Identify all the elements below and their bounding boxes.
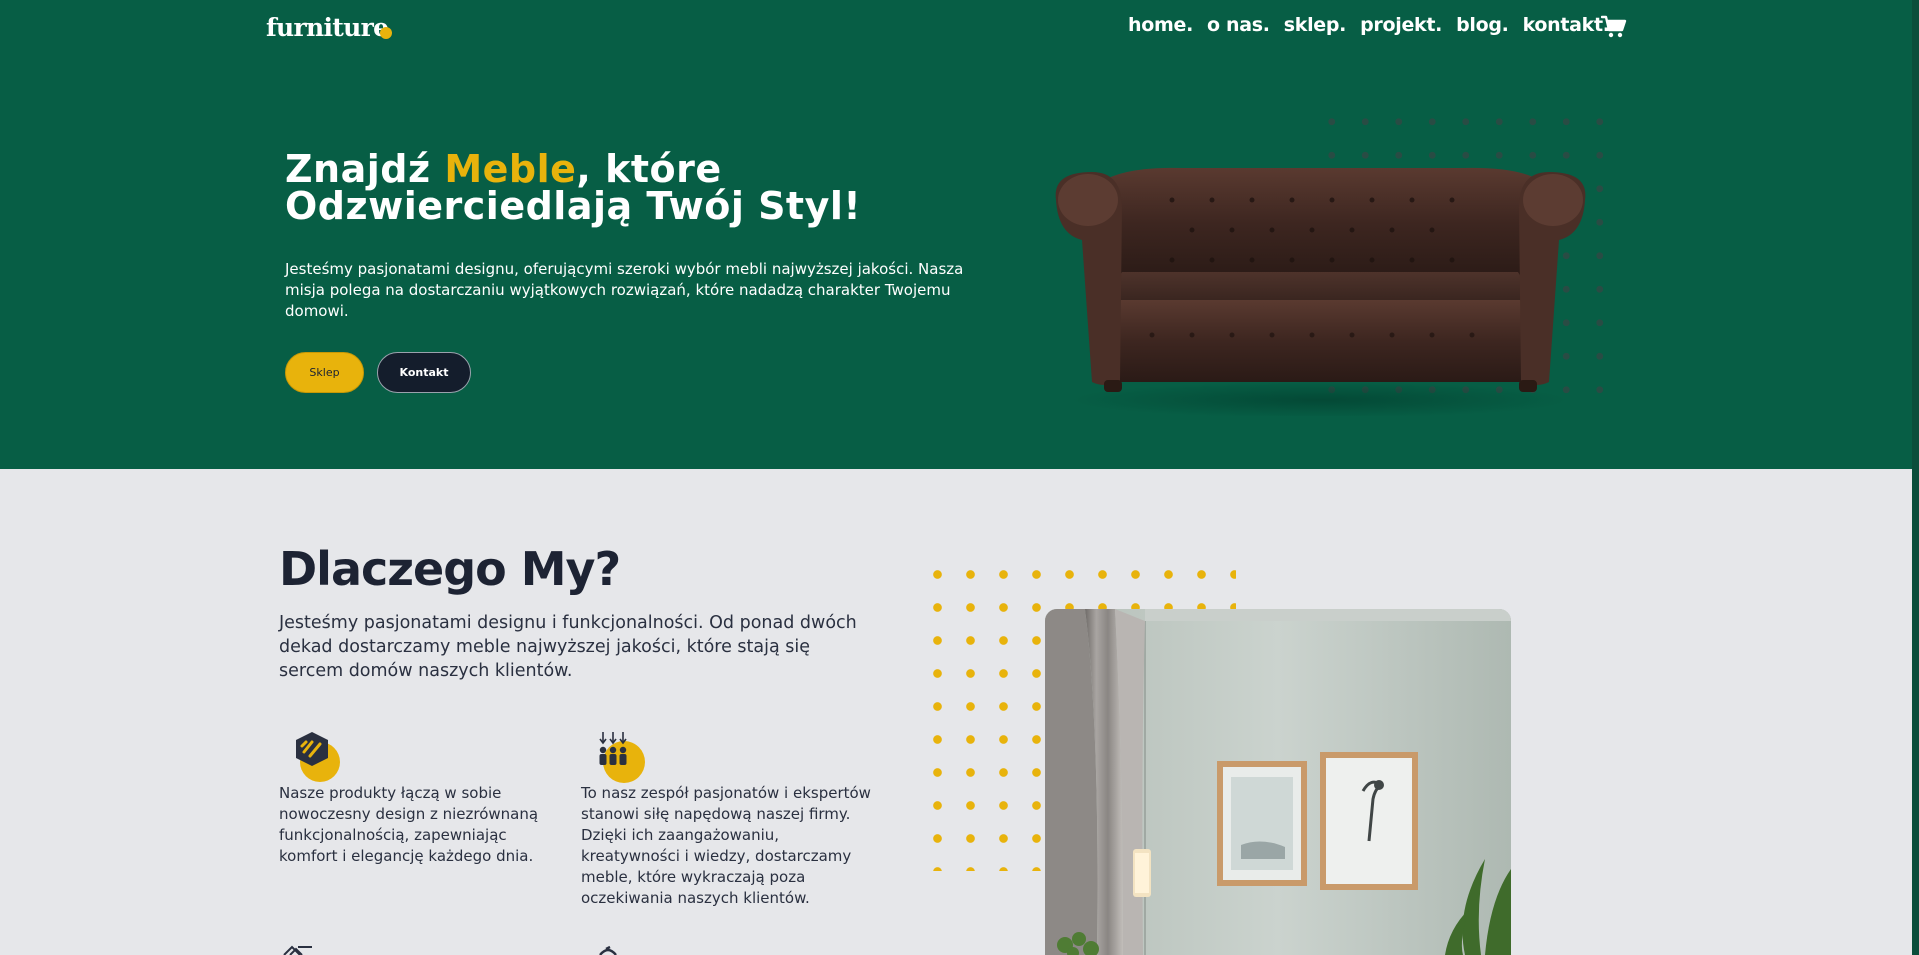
contact-button[interactable]: Kontakt (377, 352, 471, 393)
sofa-image (1055, 167, 1586, 416)
interior-room-image (1045, 609, 1511, 955)
logo-dot-icon (380, 27, 392, 39)
partial-icon (283, 945, 312, 955)
scrollbar[interactable] (1912, 0, 1919, 955)
nav-link-home[interactable]: home. (1128, 11, 1193, 39)
shop-button[interactable]: Sklep (285, 352, 364, 393)
why-us-title: Dlaczego My? (279, 542, 621, 596)
design-hexagon-icon (296, 732, 340, 782)
logo[interactable]: furniture (266, 11, 389, 44)
nav-link-shop[interactable]: sklep. (1284, 11, 1347, 39)
feature-text: Nasze produkty łączą w sobie nowoczesny … (279, 784, 539, 865)
feature-text: To nasz zespół pasjonatów i ekspertów st… (581, 784, 871, 907)
page: furniture home. o nas. sklep. projekt. b… (0, 0, 1919, 955)
nav-link-project[interactable]: projekt. (1360, 11, 1442, 39)
nav-link-blog[interactable]: blog. (1456, 11, 1509, 39)
nav-link-about[interactable]: o nas. (1207, 11, 1270, 39)
team-people-icon (599, 732, 645, 783)
partial-icon (599, 945, 617, 955)
nav-link-contact[interactable]: kontakt. (1523, 11, 1610, 39)
hero-title: Znajdź Meble, które Odzwierciedlają Twój… (285, 150, 1005, 225)
main-nav: home. o nas. sklep. projekt. blog. konta… (1128, 11, 1610, 39)
hero-description: Jesteśmy pasjonatami designu, oferującym… (285, 260, 964, 320)
cart-icon[interactable] (1601, 15, 1627, 39)
why-us-description: Jesteśmy pasjonatami designu i funkcjona… (279, 613, 857, 681)
